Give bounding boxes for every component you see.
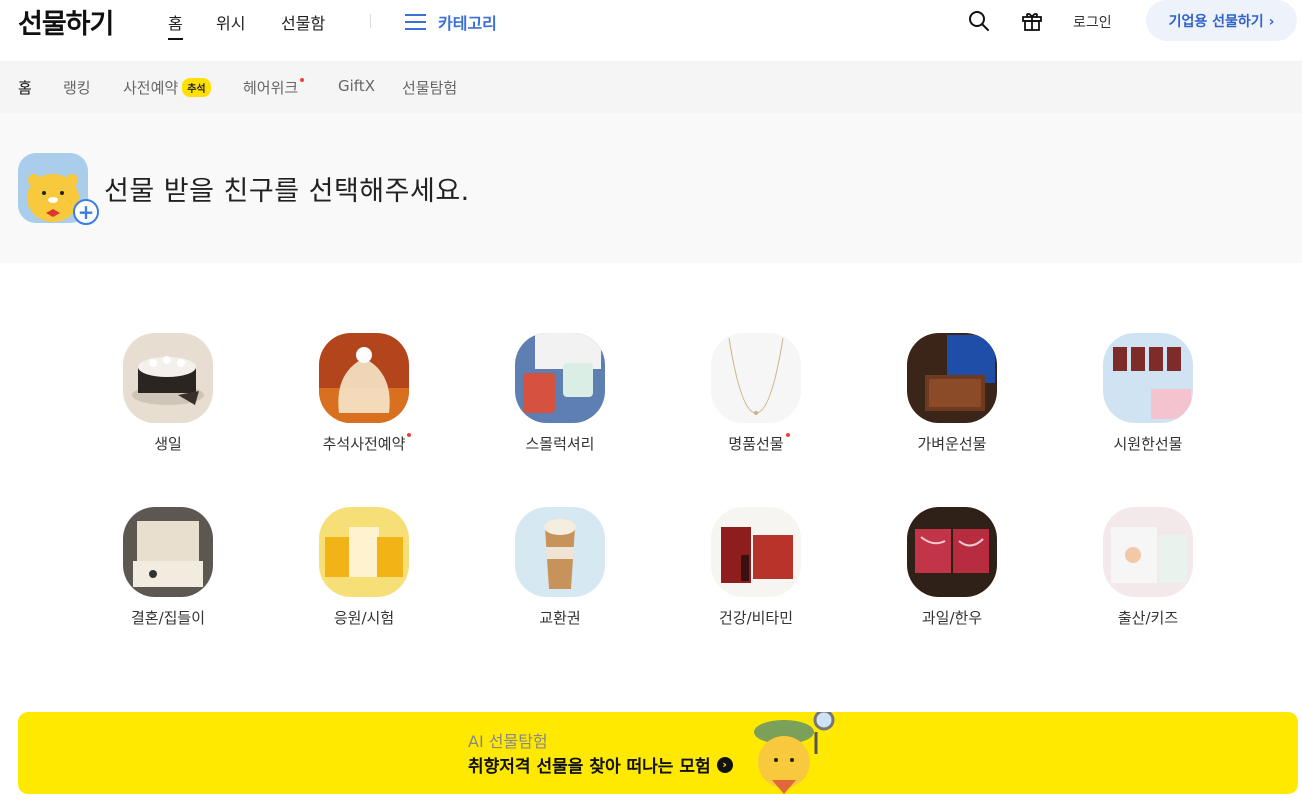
friend-select-section: + 선물 받을 친구를 선택해주세요. xyxy=(0,113,1302,263)
banner-title-text: 취향저격 선물을 찾아 떠나는 모험 xyxy=(468,757,711,777)
nav-giftbox[interactable]: 선물함 xyxy=(281,10,325,34)
add-friend-icon[interactable]: + xyxy=(73,199,99,225)
category-label: 출산/키즈 xyxy=(1117,609,1179,627)
category-label: 추석사전예약 xyxy=(323,433,412,454)
search-icon[interactable] xyxy=(967,9,991,33)
subnav-giftx[interactable]: GiftX xyxy=(338,77,375,95)
mug-image xyxy=(515,333,605,423)
wrapped-gift-image xyxy=(319,333,409,423)
nav-wish[interactable]: 위시 xyxy=(216,10,245,34)
new-dot xyxy=(407,433,412,437)
category-label: 스몰럭셔리 xyxy=(525,435,595,453)
category-label: 카테고리 xyxy=(438,14,497,33)
category-item[interactable]: 건강/비타민 xyxy=(658,507,854,628)
category-item[interactable]: 과일/한우 xyxy=(854,507,1050,628)
sub-navigation: 홈 랭킹 사전예약 추석 헤어위크 GiftX 선물탐험 xyxy=(0,61,1302,113)
subnav-explore[interactable]: 선물탐험 xyxy=(402,77,457,98)
ai-explore-banner[interactable]: AI 선물탐험 취향저격 선물을 찾아 떠나는 모험 › xyxy=(18,712,1298,794)
new-dot xyxy=(785,433,790,437)
category-label: 명품선물 xyxy=(728,433,790,454)
new-dot xyxy=(300,78,305,82)
gift-icon[interactable] xyxy=(1020,9,1044,33)
icecream-cups-image xyxy=(1103,333,1193,423)
record-player-image xyxy=(123,507,213,597)
category-label: 가벼운선물 xyxy=(917,435,987,453)
top-header: 선물하기 홈 위시 선물함 카테고리 로그인 기업용 선물하기 › xyxy=(0,0,1302,61)
latte-image xyxy=(515,507,605,597)
birthday-cake-image xyxy=(123,333,213,423)
category-item[interactable]: 출산/키즈 xyxy=(1050,507,1246,628)
category-item[interactable]: 추석사전예약 xyxy=(266,333,462,454)
banner-subtitle: AI 선물탐험 xyxy=(468,732,548,751)
nav-divider xyxy=(370,14,371,28)
category-item[interactable]: 결혼/집들이 xyxy=(70,507,266,628)
necklace-image xyxy=(711,333,801,423)
chuseok-badge: 추석 xyxy=(182,78,211,97)
subnav-hairwig-label: 헤어위크 xyxy=(243,79,299,97)
category-label: 건강/비타민 xyxy=(718,609,794,627)
category-label: 응원/시험 xyxy=(333,609,395,627)
login-link[interactable]: 로그인 xyxy=(1073,12,1112,32)
category-item[interactable]: 시원한선물 xyxy=(1050,333,1246,454)
category-item[interactable]: 스몰럭셔리 xyxy=(462,333,658,454)
category-item[interactable]: 명품선물 xyxy=(658,333,854,454)
arrow-right-icon: › xyxy=(716,756,733,773)
category-item[interactable]: 응원/시험 xyxy=(266,507,462,628)
category-label: 과일/한우 xyxy=(921,609,983,627)
nav-home[interactable]: 홈 xyxy=(168,10,183,40)
app-logo[interactable]: 선물하기 xyxy=(18,2,114,41)
category-item[interactable]: 가벼운선물 xyxy=(854,333,1050,454)
business-gift-button[interactable]: 기업용 선물하기 › xyxy=(1146,0,1297,41)
category-button[interactable]: 카테고리 xyxy=(405,10,497,34)
category-label: 시원한선물 xyxy=(1113,435,1183,453)
chocolate-box-image xyxy=(907,333,997,423)
subnav-preorder-label: 사전예약 xyxy=(123,79,179,97)
subnav-preorder[interactable]: 사전예약 추석 xyxy=(123,77,211,98)
beef-image xyxy=(907,507,997,597)
hamburger-icon xyxy=(405,14,426,30)
subnav-home[interactable]: 홈 xyxy=(18,77,32,98)
friend-select-prompt[interactable]: 선물 받을 친구를 선택해주세요. xyxy=(104,169,470,208)
category-label: 교환권 xyxy=(539,609,581,627)
category-label: 생일 xyxy=(154,435,182,453)
subnav-ranking[interactable]: 랭킹 xyxy=(63,77,91,98)
subnav-hairwig[interactable]: 헤어위크 xyxy=(243,77,305,98)
explorer-lion-icon xyxy=(754,712,835,794)
red-ginseng-image xyxy=(711,507,801,597)
snack-boxes-image xyxy=(319,507,409,597)
category-item[interactable]: 생일 xyxy=(70,333,266,454)
category-item[interactable]: 교환권 xyxy=(462,507,658,628)
diapers-image xyxy=(1103,507,1193,597)
banner-title: 취향저격 선물을 찾아 떠나는 모험 › xyxy=(468,752,733,777)
category-label: 결혼/집들이 xyxy=(130,609,206,627)
